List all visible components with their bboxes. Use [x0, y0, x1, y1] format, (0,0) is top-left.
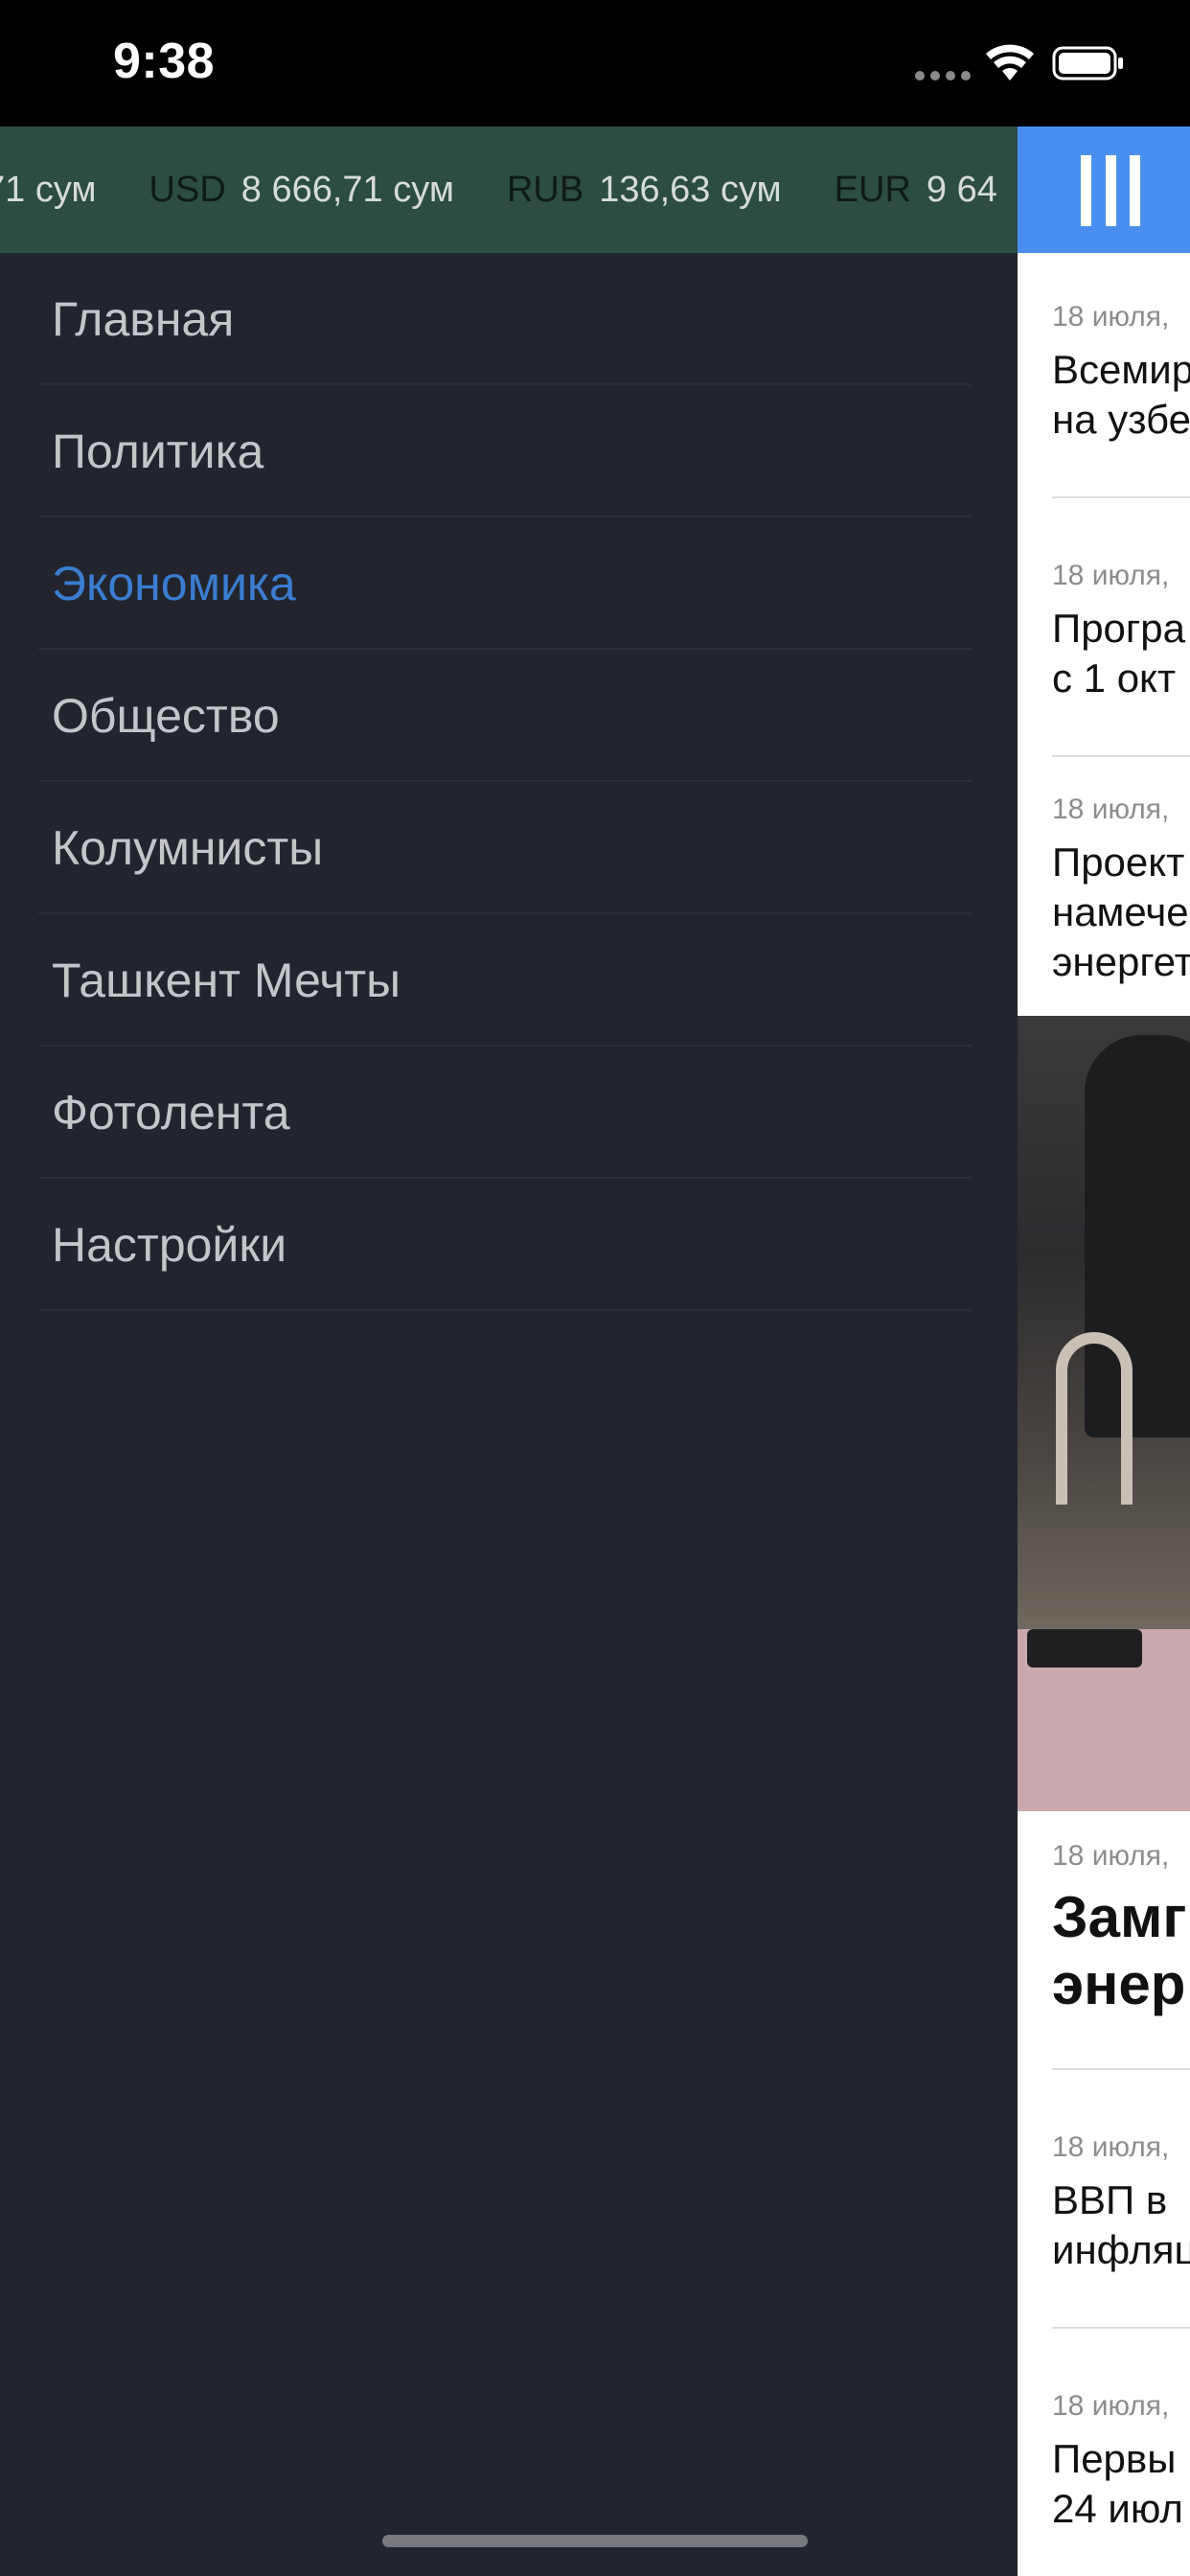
ticker-value: 8 666,71 сум — [240, 169, 454, 210]
status-time: 9:38 — [113, 34, 216, 89]
news-title: Всемир на узбе — [1052, 347, 1190, 442]
news-date: 18 июля, — [1052, 301, 1170, 333]
ticker-code: USD — [149, 169, 226, 210]
wifi-icon — [986, 44, 1034, 80]
photo-chair-shape — [1056, 1332, 1133, 1505]
currency-ticker: 71 сум USD 8 666,71 сум RUB 136,63 сум E… — [0, 126, 1018, 253]
ticker-value: 9 64 — [926, 169, 997, 210]
news-item[interactable]: 18 июля, Проект намече энергет — [1052, 794, 1190, 987]
ticker-item: 71 сум — [0, 170, 97, 211]
menu-item-society[interactable]: Общество — [0, 650, 1018, 782]
news-item[interactable]: 18 июля, Програ с 1 окт — [1052, 560, 1190, 703]
news-item-featured[interactable]: 18 июля, Замг энер — [1052, 1840, 1190, 2018]
ticker-code: RUB — [506, 169, 584, 210]
ticker-item-rub: RUB 136,63 сум — [507, 170, 782, 211]
menu-item-economy[interactable]: Экономика — [0, 518, 1018, 650]
menu-item-photo-feed[interactable]: Фотолента — [0, 1046, 1018, 1179]
menu-item-settings[interactable]: Настройки — [0, 1179, 1018, 1311]
news-feed: 18 июля, Всемир на узбе 18 июля, Програ … — [1018, 126, 1190, 2576]
ticker-value: 136,63 сум — [599, 169, 782, 210]
ticker-item-eur: EUR 9 64 — [835, 170, 997, 211]
news-title: Замг энер — [1052, 1885, 1187, 2016]
news-date: 18 июля, — [1052, 560, 1170, 591]
divider — [1052, 496, 1190, 498]
menu-item-columnists[interactable]: Колумнисты — [0, 782, 1018, 914]
home-indicator[interactable] — [382, 2535, 808, 2547]
menu-item-tashkent-dreams[interactable]: Ташкент Мечты — [0, 914, 1018, 1046]
photo-notebook-shape — [1027, 1629, 1142, 1668]
divider — [1052, 2068, 1190, 2070]
ticker-value: 71 сум — [0, 169, 97, 210]
news-title: Програ с 1 окт — [1052, 606, 1185, 701]
news-photo[interactable] — [1018, 1016, 1190, 1811]
menu-icon[interactable] — [1081, 155, 1140, 226]
news-title: Проект намече энергет — [1052, 840, 1190, 984]
divider — [1052, 755, 1190, 757]
cellular-signal-icon — [915, 71, 971, 80]
status-bar: 9:38 — [0, 0, 1190, 126]
news-item[interactable]: 18 июля, Первы 24 июл — [1052, 2390, 1190, 2534]
news-item[interactable]: 18 июля, Всемир на узбе — [1052, 301, 1190, 445]
news-item[interactable]: 18 июля, ВВП в инфляц — [1052, 2131, 1190, 2275]
divider — [1052, 2327, 1190, 2329]
menu-list: Главная Политика Экономика Общество Колу… — [0, 253, 1018, 1311]
news-date: 18 июля, — [1052, 2390, 1170, 2422]
news-title: Первы 24 июл — [1052, 2436, 1183, 2531]
news-title: ВВП в инфляц — [1052, 2177, 1190, 2272]
nav-bar — [1018, 126, 1190, 253]
news-date: 18 июля, — [1052, 2131, 1170, 2163]
ticker-item-usd: USD 8 666,71 сум — [149, 170, 454, 211]
news-date: 18 июля, — [1052, 794, 1170, 825]
menu-item-politics[interactable]: Политика — [0, 385, 1018, 518]
ticker-code: EUR — [834, 169, 911, 210]
battery-icon — [1052, 46, 1123, 80]
menu-item-main[interactable]: Главная — [0, 253, 1018, 385]
news-date: 18 июля, — [1052, 1840, 1170, 1872]
side-menu: Главная Политика Экономика Общество Колу… — [0, 253, 1018, 2576]
